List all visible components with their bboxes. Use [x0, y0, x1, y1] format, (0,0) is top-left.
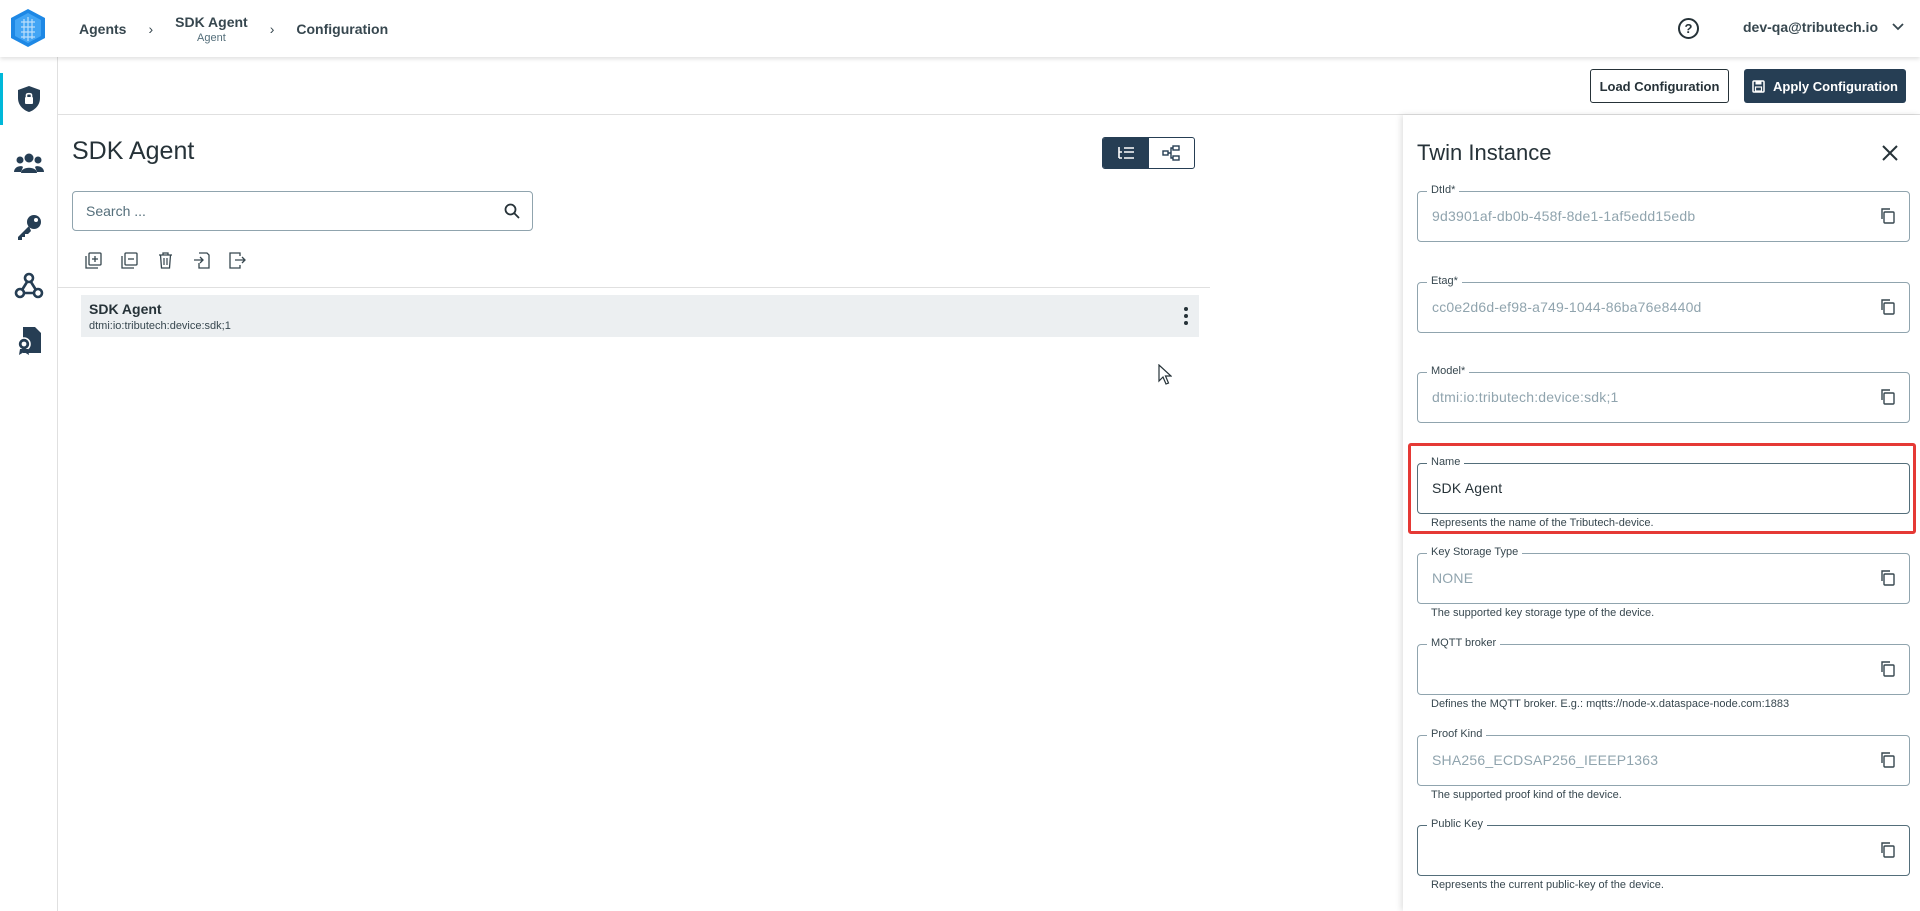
graph-view-button[interactable] [1149, 138, 1195, 168]
expand-all-icon[interactable] [84, 251, 103, 270]
copy-icon[interactable] [1879, 569, 1897, 587]
field-help: The supported key storage type of the de… [1431, 607, 1655, 619]
users-icon [14, 153, 44, 173]
chevron-right-icon: › [269, 20, 275, 37]
shield-lock-icon [18, 86, 40, 112]
field-help: Represents the name of the Tributech-dev… [1431, 517, 1654, 529]
field-value: SHA256_ECDSAP256_IEEEP1363 [1432, 752, 1659, 768]
sidebar-item-security[interactable] [0, 73, 58, 125]
field-label: Model* [1427, 365, 1470, 377]
panel-title: Twin Instance [1417, 140, 1552, 165]
name-field[interactable]: Name SDK Agent [1417, 456, 1910, 514]
field-value: 9d3901af-db0b-458f-8de1-1af5edd15edb [1432, 208, 1696, 224]
load-configuration-button[interactable]: Load Configuration [1590, 69, 1729, 103]
sidebar-item-webhooks[interactable] [0, 259, 58, 311]
chevron-down-icon [1892, 23, 1904, 31]
proof-kind-field[interactable]: Proof Kind SHA256_ECDSAP256_IEEEP1363 [1417, 728, 1910, 786]
copy-icon[interactable] [1879, 207, 1897, 225]
field-label: Key Storage Type [1427, 546, 1523, 558]
breadcrumb-configuration: Configuration [296, 20, 389, 37]
etag-field[interactable]: Etag* cc0e2d6d-ef98-a749-1044-86ba76e844… [1417, 275, 1910, 333]
copy-icon[interactable] [1879, 751, 1897, 769]
key-icon [18, 215, 41, 240]
field-help: The supported proof kind of the device. [1431, 789, 1622, 801]
tree-item[interactable]: SDK Agent dtmi:io:tributech:device:sdk;1 [81, 295, 1199, 337]
tributech-logo-icon[interactable] [9, 8, 47, 48]
app-root: Agents › SDK Agent Agent › Configuration… [0, 0, 1920, 911]
user-email: dev-qa@tributech.io [1743, 19, 1878, 35]
search-box [72, 191, 533, 231]
search-icon[interactable] [492, 203, 532, 219]
dtid-field[interactable]: DtId* 9d3901af-db0b-458f-8de1-1af5edd15e… [1417, 184, 1910, 242]
apply-configuration-label: Apply Configuration [1773, 78, 1898, 94]
sidebar-item-certificates[interactable] [0, 315, 58, 367]
field-label: Name [1427, 456, 1465, 468]
sidebar-item-users[interactable] [0, 137, 58, 189]
apply-configuration-button[interactable]: Apply Configuration [1744, 69, 1906, 103]
tree-item-model: dtmi:io:tributech:device:sdk;1 [89, 320, 231, 332]
export-icon[interactable] [228, 251, 247, 270]
field-help: Defines the MQTT broker. E.g.: mqtts://n… [1431, 698, 1790, 710]
field-label: DtId* [1427, 184, 1460, 196]
key-storage-type-field[interactable]: Key Storage Type NONE [1417, 546, 1910, 604]
copy-icon[interactable] [1879, 298, 1897, 316]
mqtt-broker-field[interactable]: MQTT broker [1417, 637, 1910, 695]
breadcrumb-sdk-agent[interactable]: SDK Agent Agent [175, 14, 248, 44]
public-key-field[interactable]: Public Key [1417, 818, 1910, 876]
delete-icon[interactable] [156, 251, 175, 270]
model-field[interactable]: Model* dtmi:io:tributech:device:sdk;1 [1417, 365, 1910, 423]
copy-icon[interactable] [1879, 841, 1897, 859]
breadcrumb: Agents › SDK Agent Agent › Configuration [79, 0, 388, 57]
tree-view-button[interactable] [1103, 138, 1149, 168]
divider [58, 287, 1210, 288]
sidebar-item-keys[interactable] [0, 201, 58, 253]
breadcrumb-sdk-agent-sub: Agent [197, 31, 226, 44]
field-value: NONE [1432, 570, 1474, 586]
copy-icon[interactable] [1879, 660, 1897, 678]
view-toggle [1102, 137, 1195, 169]
field-label: Proof Kind [1427, 728, 1487, 740]
more-vertical-icon[interactable] [1183, 307, 1189, 325]
twin-instance-panel: Twin Instance DtId* 9d3901af-db0b-458f-8… [1403, 115, 1920, 911]
field-value: dtmi:io:tributech:device:sdk;1 [1432, 389, 1619, 405]
tree-item-name: SDK Agent [89, 301, 162, 317]
breadcrumb-agents[interactable]: Agents [79, 21, 126, 37]
webhook-icon [14, 272, 44, 299]
field-label: Public Key [1427, 818, 1487, 830]
save-icon [1752, 79, 1765, 93]
top-bar: Agents › SDK Agent Agent › Configuration… [0, 0, 1920, 57]
user-menu[interactable]: dev-qa@tributech.io [1743, 19, 1904, 35]
chevron-right-icon: › [148, 20, 154, 37]
copy-icon[interactable] [1879, 388, 1897, 406]
import-icon[interactable] [192, 251, 211, 270]
tree-toolbar [84, 251, 247, 270]
help-icon[interactable]: ? [1678, 18, 1699, 39]
page-title: SDK Agent [72, 137, 195, 165]
tree-list-icon [1117, 147, 1134, 159]
close-icon[interactable] [1880, 143, 1900, 163]
field-label: MQTT broker [1427, 637, 1501, 649]
graph-nodes-icon [1162, 145, 1180, 161]
field-value: SDK Agent [1432, 480, 1503, 496]
search-input[interactable] [73, 192, 492, 230]
field-value: cc0e2d6d-ef98-a749-1044-86ba76e8440d [1432, 299, 1702, 315]
field-help: Represents the current public-key of the… [1431, 879, 1664, 891]
field-label: Etag* [1427, 275, 1462, 287]
sidebar-menu [0, 57, 58, 911]
certificate-document-icon [17, 327, 41, 355]
breadcrumb-sdk-agent-label: SDK Agent [175, 13, 248, 30]
collapse-all-icon[interactable] [120, 251, 139, 270]
mouse-cursor-icon [1158, 364, 1172, 385]
